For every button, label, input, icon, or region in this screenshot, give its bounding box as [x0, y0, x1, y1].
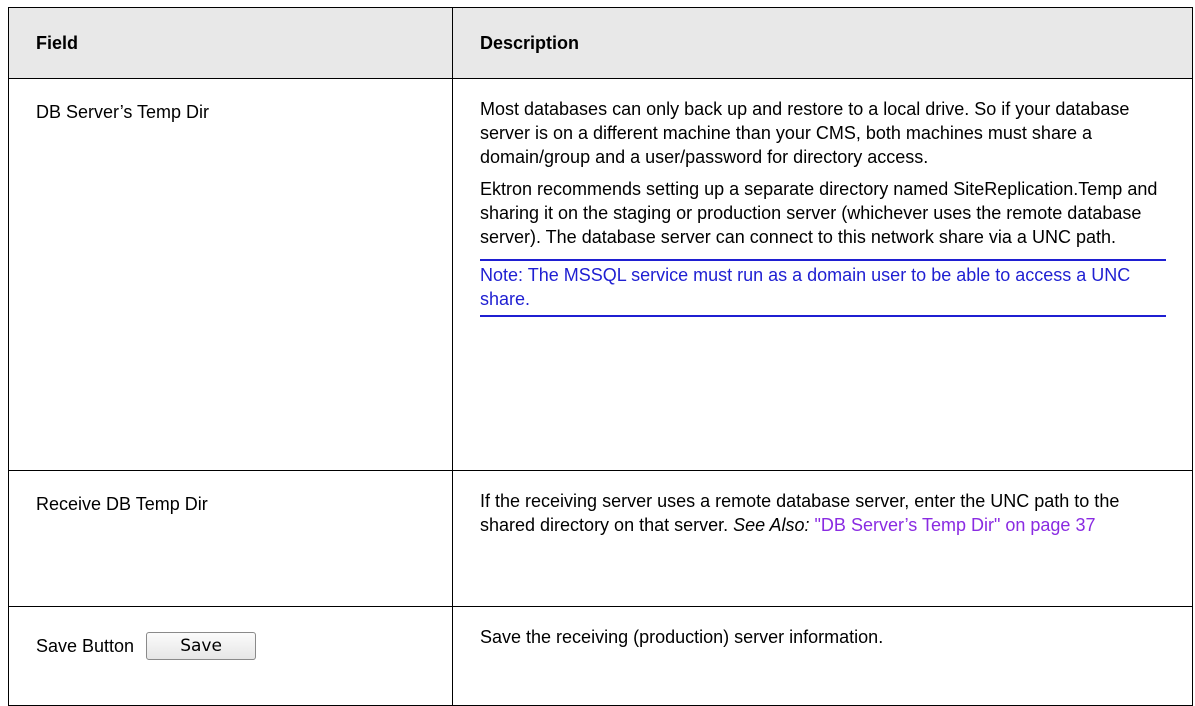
table-row: Receive DB Temp Dir If the receiving ser…	[8, 470, 1193, 607]
table-header-row: Field Description	[8, 7, 1193, 79]
field-label: Save Button	[36, 636, 135, 656]
field-cell: DB Server’s Temp Dir	[8, 78, 453, 471]
note-box: Note: The MSSQL service must run as a do…	[480, 259, 1166, 317]
description-paragraph: Most databases can only back up and rest…	[480, 99, 1130, 167]
description-text: Save the receiving (production) server i…	[480, 627, 884, 647]
field-column-header: Field	[8, 7, 453, 79]
description-paragraph: Ektron recommends setting up a separate …	[480, 179, 1158, 247]
table-row: Save Button Save Save the receiving (pro…	[8, 606, 1193, 706]
description-cell: Save the receiving (production) server i…	[452, 606, 1193, 706]
field-cell: Receive DB Temp Dir	[8, 470, 453, 607]
see-also-link[interactable]: "DB Server’s Temp Dir" on page 37	[815, 515, 1096, 535]
field-cell: Save Button Save	[8, 606, 453, 706]
see-also-label: See Also:	[733, 515, 810, 535]
description-cell: Most databases can only back up and rest…	[452, 78, 1193, 471]
description-column-header: Description	[452, 7, 1193, 79]
description-cell: If the receiving server uses a remote da…	[452, 470, 1193, 607]
field-description-table: Field Description DB Server’s Temp Dir M…	[8, 7, 1193, 706]
table-row: DB Server’s Temp Dir Most databases can …	[8, 78, 1193, 471]
save-button[interactable]: Save	[146, 632, 257, 660]
